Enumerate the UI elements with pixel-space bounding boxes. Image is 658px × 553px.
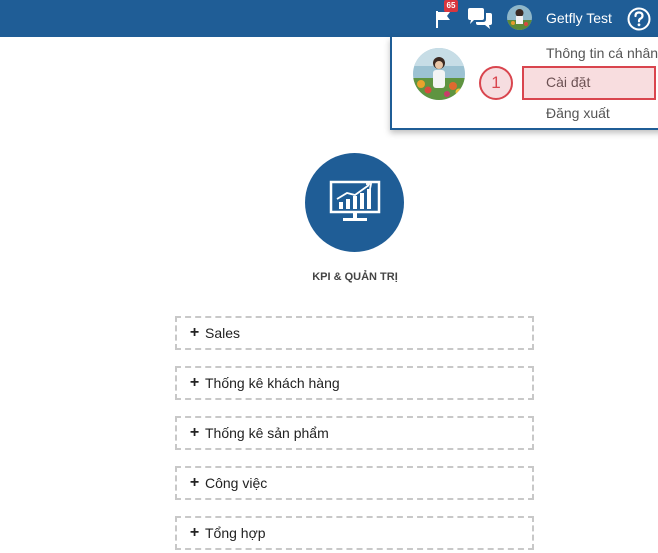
help-icon[interactable]: [626, 0, 652, 37]
plus-icon: +: [189, 424, 200, 441]
menu-item-label: Công việc: [205, 475, 268, 491]
user-avatar-small[interactable]: [507, 5, 532, 30]
plus-icon: +: [189, 524, 200, 541]
kpi-section-icon: [305, 153, 404, 252]
username-label[interactable]: Getfly Test: [546, 0, 612, 37]
menu-item-label: Thống kê khách hàng: [205, 375, 340, 391]
menu-item-label: Sales: [205, 325, 241, 341]
menu-item-customer-stats[interactable]: + Thống kê khách hàng: [175, 366, 534, 400]
settings-highlight-box: [522, 66, 656, 100]
menu-item-profile[interactable]: Thông tin cá nhân: [546, 45, 658, 61]
menu-item-product-stats[interactable]: + Thống kê sản phẩm: [175, 416, 534, 450]
menu-item-logout[interactable]: Đăng xuất: [546, 105, 610, 121]
plus-icon: +: [189, 474, 200, 491]
menu-item-summary[interactable]: + Tổng hợp: [175, 516, 534, 550]
top-navigation-bar: 65 Getfly Test: [0, 0, 658, 37]
step-number-marker: 1: [479, 66, 513, 100]
menu-item-label: Tổng hợp: [205, 525, 266, 541]
notification-badge: 65: [444, 0, 458, 12]
section-title: KPI & QUẢN TRỊ: [312, 271, 398, 283]
menu-item-tasks[interactable]: + Công việc: [175, 466, 534, 500]
user-avatar-large: [413, 48, 465, 100]
plus-icon: +: [189, 374, 200, 391]
menu-item-label: Thống kê sản phẩm: [205, 425, 329, 441]
menu-item-sales[interactable]: + Sales: [175, 316, 534, 350]
chat-icon[interactable]: [466, 0, 494, 37]
plus-icon: +: [189, 324, 200, 341]
